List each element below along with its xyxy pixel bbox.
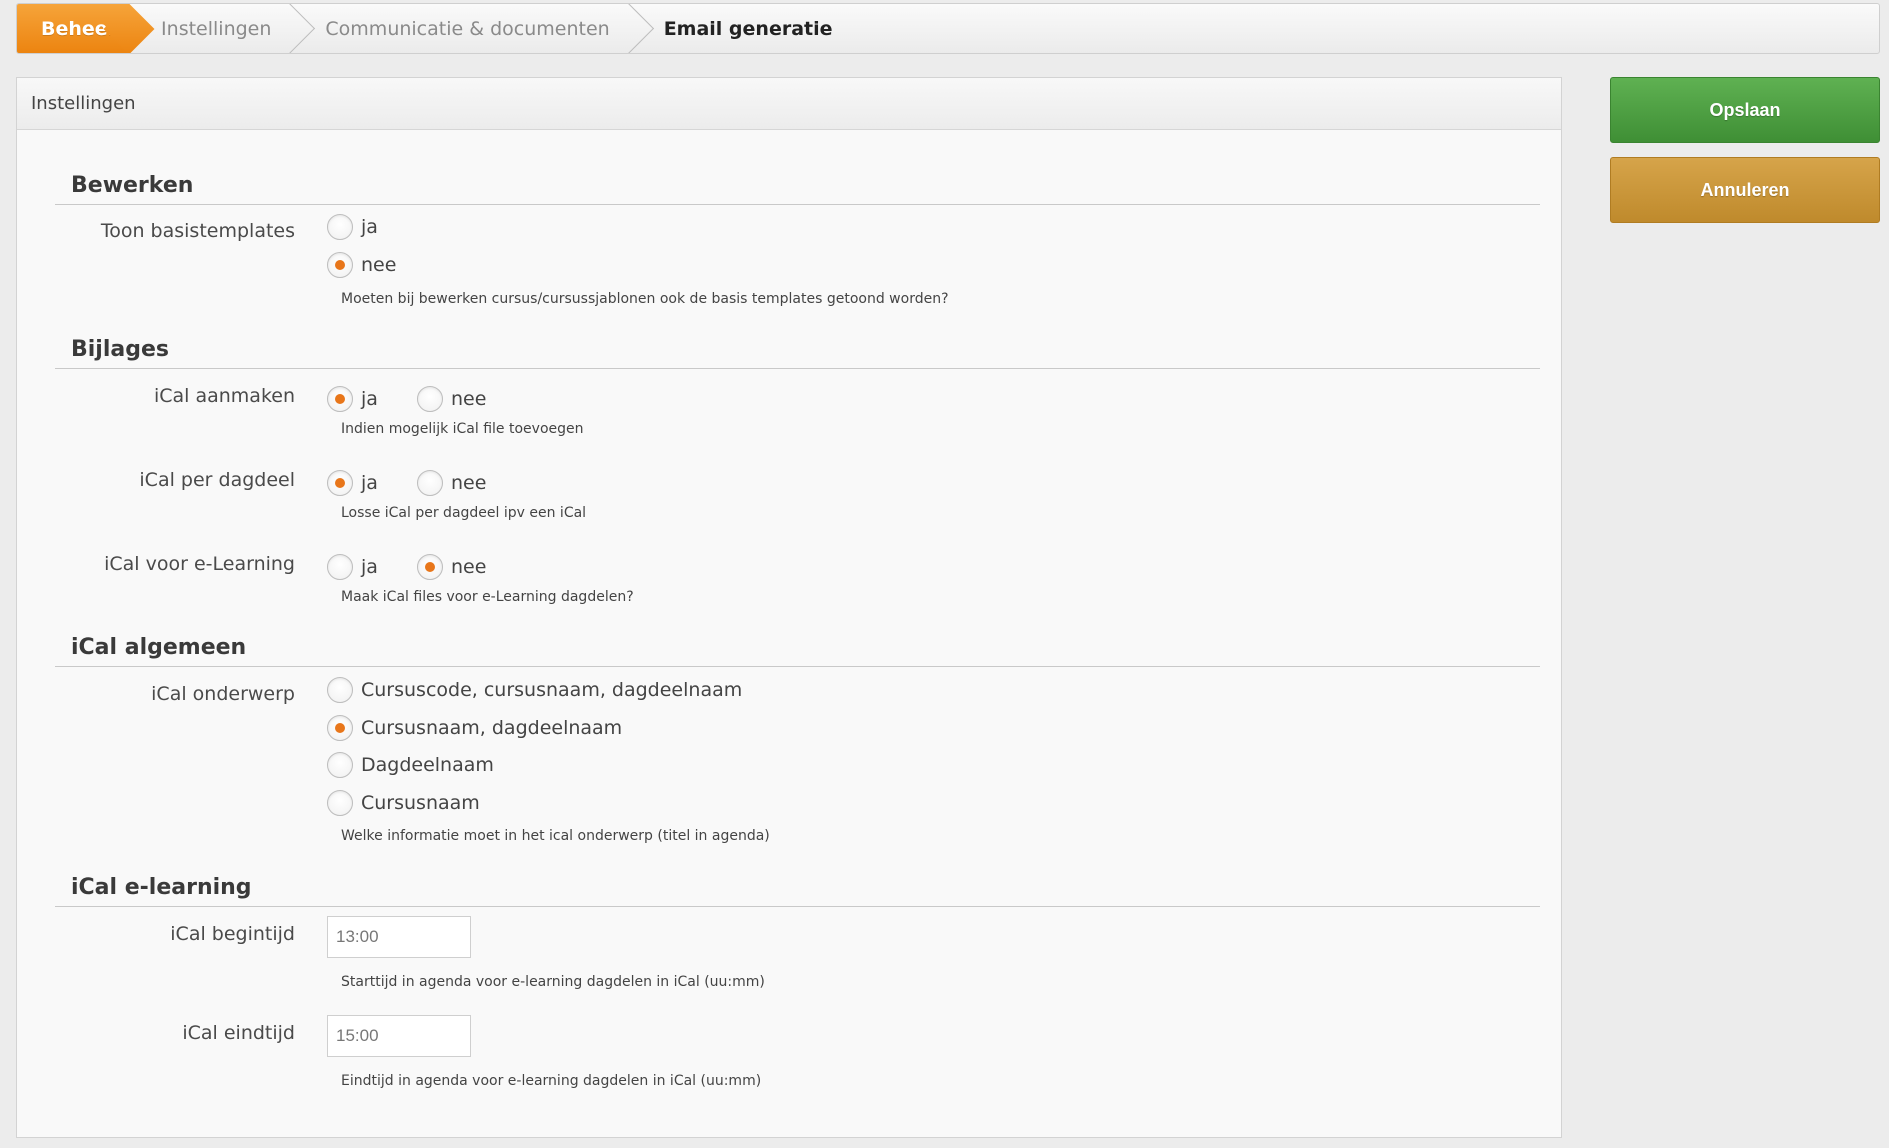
save-button-label: Opslaan <box>1709 99 1781 120</box>
radio-button-checked[interactable] <box>417 554 443 580</box>
section-title-bewerken: Bewerken <box>55 171 1540 205</box>
radio-toon-basistemplates-ja[interactable]: ja <box>327 214 378 240</box>
help-text: Eindtijd in agenda voor e-learning dagde… <box>341 1073 762 1089</box>
radio-ical-onderwerp-option-3[interactable]: Dagdeelnaam <box>327 752 494 778</box>
radio-button[interactable] <box>327 214 353 240</box>
radio-label: nee <box>451 556 487 578</box>
panel-title: Instellingen <box>31 93 136 114</box>
radio-button[interactable] <box>327 554 353 580</box>
radio-label: Cursusnaam, dagdeelnaam <box>361 717 623 739</box>
radio-label: ja <box>361 388 378 410</box>
radio-button[interactable] <box>417 470 443 496</box>
field-label-ical-per-dagdeel: iCal per dagdeel <box>139 469 295 491</box>
radio-ical-voor-elearning-nee[interactable]: nee <box>417 554 486 580</box>
radio-label: ja <box>361 556 378 578</box>
section-title-ical-algemeen: iCal algemeen <box>55 633 1540 667</box>
field-label-ical-begintijd: iCal begintijd <box>170 923 295 945</box>
radio-button[interactable] <box>327 752 353 778</box>
radio-ical-per-dagdeel-nee[interactable]: nee <box>417 470 486 496</box>
radio-label: ja <box>361 216 378 238</box>
radio-ical-onderwerp-option-1[interactable]: Cursuscode, cursusnaam, dagdeelnaam <box>327 677 742 703</box>
radio-button-checked[interactable] <box>327 252 353 278</box>
radio-button[interactable] <box>327 677 353 703</box>
radio-button[interactable] <box>327 790 353 816</box>
help-text: Losse iCal per dagdeel ipv een iCal <box>341 505 587 521</box>
breadcrumb: Beheer Instellingen Communicatie & docum… <box>16 3 1880 54</box>
radio-label: Cursuscode, cursusnaam, dagdeelnaam <box>361 679 743 701</box>
breadcrumb-item-beheer[interactable]: Beheer <box>17 4 130 53</box>
breadcrumb-item-communicatie[interactable]: Communicatie & documenten <box>293 4 631 53</box>
radio-toon-basistemplates-nee[interactable]: nee <box>327 252 396 278</box>
help-text: Indien mogelijk iCal file toevoegen <box>341 421 584 437</box>
help-text: Welke informatie moet in het ical onderw… <box>341 828 770 844</box>
panel-header: Instellingen <box>17 78 1561 130</box>
section-title-bijlages: Bijlages <box>55 335 1540 369</box>
radio-label: nee <box>361 254 397 276</box>
help-text: Maak iCal files voor e-Learning dagdelen… <box>341 589 634 605</box>
radio-ical-per-dagdeel-ja[interactable]: ja <box>327 470 378 496</box>
breadcrumb-label: Communicatie & documenten <box>325 17 610 40</box>
radio-button-checked[interactable] <box>327 715 353 741</box>
ical-begintijd-input[interactable] <box>327 916 471 958</box>
section-title-ical-elearning: iCal e-learning <box>55 873 1540 907</box>
help-text: Starttijd in agenda voor e-learning dagd… <box>341 974 765 990</box>
breadcrumb-label: Beheer <box>41 17 118 40</box>
help-text: Moeten bij bewerken cursus/cursussjablon… <box>341 291 949 307</box>
field-label-ical-onderwerp: iCal onderwerp <box>151 683 295 705</box>
cancel-button[interactable]: Annuleren <box>1610 157 1880 223</box>
breadcrumb-label: Instellingen <box>161 17 272 40</box>
field-label-ical-aanmaken: iCal aanmaken <box>153 385 295 407</box>
radio-ical-onderwerp-option-4[interactable]: Cursusnaam <box>327 790 480 816</box>
radio-label: ja <box>361 472 378 494</box>
radio-ical-aanmaken-nee[interactable]: nee <box>417 386 486 412</box>
field-label-ical-voor-elearning: iCal voor e-Learning <box>104 553 295 575</box>
radio-ical-onderwerp-option-2[interactable]: Cursusnaam, dagdeelnaam <box>327 715 622 741</box>
radio-ical-voor-elearning-ja[interactable]: ja <box>327 554 378 580</box>
field-label-toon-basistemplates: Toon basistemplates <box>100 220 295 242</box>
cancel-button-label: Annuleren <box>1700 179 1790 200</box>
radio-ical-aanmaken-ja[interactable]: ja <box>327 386 378 412</box>
radio-label: nee <box>451 388 487 410</box>
radio-label: Cursusnaam <box>361 792 480 814</box>
radio-button[interactable] <box>417 386 443 412</box>
radio-button-checked[interactable] <box>327 386 353 412</box>
ical-eindtijd-input[interactable] <box>327 1015 471 1057</box>
radio-button-checked[interactable] <box>327 470 353 496</box>
breadcrumb-item-email-generatie: Email generatie <box>632 4 855 53</box>
breadcrumb-label: Email generatie <box>663 17 833 40</box>
field-label-ical-eindtijd: iCal eindtijd <box>182 1022 295 1044</box>
radio-label: nee <box>451 472 487 494</box>
radio-label: Dagdeelnaam <box>361 754 494 776</box>
save-button[interactable]: Opslaan <box>1610 77 1880 143</box>
settings-panel: Instellingen Bewerken Toon basistemplate… <box>16 77 1562 1138</box>
